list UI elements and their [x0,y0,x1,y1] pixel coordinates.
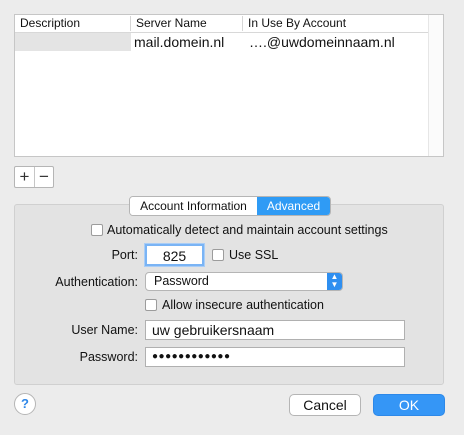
table-row[interactable]: mail.domein.nl ….@uwdomeinnaam.nl [15,33,443,51]
auto-detect-checkbox[interactable] [91,224,103,236]
password-label: Password: [79,350,138,364]
cell-server-name: mail.domein.nl [134,34,225,50]
cell-description [15,33,131,51]
cell-account: ….@uwdomeinnaam.nl [249,34,395,50]
username-label: User Name: [71,323,138,337]
authentication-select[interactable]: Password ▲ ▼ [145,272,343,291]
authentication-value: Password [154,274,209,288]
up-down-chevron-icon: ▲ ▼ [327,273,342,290]
table-header: Description Server Name In Use By Accoun… [15,15,443,33]
server-table[interactable]: Description Server Name In Use By Accoun… [14,14,444,157]
cancel-button[interactable]: Cancel [289,394,361,416]
column-header-in-use-by-account[interactable]: In Use By Account [242,16,432,31]
settings-tabs: Account Information Advanced [129,196,331,216]
add-remove-controls: + − [14,166,54,188]
ok-button[interactable]: OK [373,394,445,416]
auto-detect-label: Automatically detect and maintain accoun… [107,223,388,237]
authentication-label: Authentication: [55,275,138,289]
use-ssl-checkbox[interactable] [212,249,224,261]
column-header-description[interactable]: Description [15,16,131,31]
allow-insecure-label: Allow insecure authentication [162,298,324,312]
question-mark-icon[interactable]: ? [14,393,36,415]
allow-insecure-checkbox[interactable] [145,299,157,311]
add-server-button[interactable]: + [15,167,34,187]
table-scrollbar[interactable] [428,15,443,156]
column-header-server-name[interactable]: Server Name [130,16,242,31]
use-ssl-label: Use SSL [229,248,279,262]
port-label: Port: [111,248,138,262]
remove-server-button[interactable]: − [34,167,53,187]
password-field[interactable]: ●●●●●●●●●●●● [145,347,405,367]
username-field[interactable]: uw gebruikersnaam [145,320,405,340]
tab-advanced[interactable]: Advanced [257,197,330,215]
tab-account-information[interactable]: Account Information [130,197,257,215]
port-field[interactable]: 825 [145,244,204,266]
